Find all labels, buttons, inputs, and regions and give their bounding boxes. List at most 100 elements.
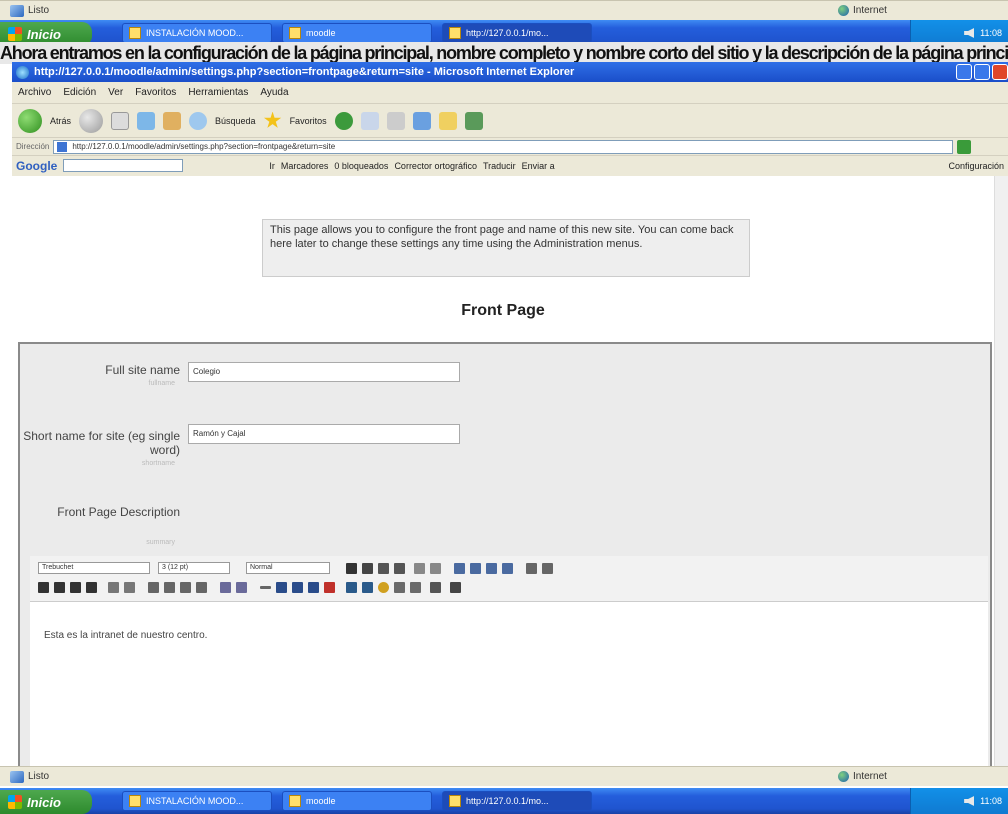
- format-select[interactable]: Normal: [246, 562, 330, 574]
- back-label[interactable]: Atrás: [50, 116, 71, 126]
- underline-icon[interactable]: [378, 563, 389, 574]
- smiley-icon[interactable]: [378, 582, 389, 593]
- start-label: Inicio: [27, 26, 61, 42]
- bold-icon[interactable]: [346, 563, 357, 574]
- google-search-input[interactable]: [63, 159, 184, 172]
- cut-icon[interactable]: [470, 563, 481, 574]
- link-icon[interactable]: [292, 582, 303, 593]
- windows-logo-icon: [8, 795, 22, 809]
- bookmarks-button[interactable]: Marcadores: [281, 161, 329, 171]
- mail-icon[interactable]: [360, 111, 379, 130]
- refresh-icon[interactable]: [137, 111, 156, 130]
- send-to-button[interactable]: Enviar a: [522, 161, 555, 171]
- favorites-label[interactable]: Favoritos: [290, 116, 327, 126]
- unordered-list-icon[interactable]: [164, 582, 175, 593]
- favorites-star-icon[interactable]: [263, 111, 282, 128]
- fullname-label: Full site name: [105, 363, 180, 377]
- taskbar-item-install[interactable]: INSTALACIÓN MOOD...: [122, 791, 272, 811]
- justify-icon[interactable]: [86, 582, 97, 593]
- ie-icon: [16, 65, 29, 79]
- fullscreen-icon[interactable]: [450, 582, 461, 593]
- size-select[interactable]: 3 (12 pt): [158, 562, 230, 574]
- page-icon: [57, 141, 68, 152]
- clean-word-icon[interactable]: [502, 563, 513, 574]
- background-color-icon[interactable]: [236, 582, 247, 593]
- paste-icon[interactable]: [486, 563, 497, 574]
- search-label[interactable]: Búsqueda: [215, 116, 256, 126]
- messenger-icon[interactable]: [464, 111, 483, 130]
- ltr-icon[interactable]: [108, 582, 119, 593]
- anchor-icon[interactable]: [276, 582, 287, 593]
- taskbar-item-install[interactable]: INSTALACIÓN MOOD...: [122, 23, 272, 43]
- table-icon[interactable]: [362, 582, 373, 593]
- strikethrough-icon[interactable]: [394, 563, 405, 574]
- home-icon[interactable]: [163, 111, 182, 130]
- ie-title-bar: http://127.0.0.1/moodle/admin/settings.p…: [12, 62, 1008, 82]
- undo-icon[interactable]: [526, 563, 537, 574]
- outdent-icon[interactable]: [180, 582, 191, 593]
- fullname-input[interactable]: Colegio: [188, 362, 460, 382]
- close-button[interactable]: [992, 64, 1008, 80]
- image-icon[interactable]: [346, 582, 357, 593]
- html-source-icon[interactable]: [430, 582, 441, 593]
- zone-label: Internet: [853, 771, 887, 782]
- subscript-icon[interactable]: [414, 563, 425, 574]
- description-editor[interactable]: Esta es la intranet de nuestro centro.: [30, 602, 988, 766]
- menu-item-favorites[interactable]: Favoritos: [135, 87, 176, 98]
- rtl-icon[interactable]: [124, 582, 135, 593]
- taskbar-item-ie[interactable]: http://127.0.0.1/mo...: [442, 791, 592, 811]
- copy-icon[interactable]: [454, 563, 465, 574]
- spellcheck-button[interactable]: Corrector ortográfico: [394, 161, 477, 171]
- minimize-button[interactable]: [956, 64, 972, 80]
- align-center-icon[interactable]: [54, 582, 65, 593]
- text-color-icon[interactable]: [220, 582, 231, 593]
- horizontal-rule-icon[interactable]: [260, 586, 271, 589]
- back-arrow-icon[interactable]: [18, 108, 42, 133]
- edit-icon[interactable]: [412, 111, 431, 130]
- speaker-icon[interactable]: [964, 28, 975, 38]
- taskbar-item-ie[interactable]: http://127.0.0.1/mo...: [442, 23, 592, 43]
- print-icon[interactable]: [386, 111, 405, 130]
- special-char-icon[interactable]: [394, 582, 405, 593]
- italic-icon[interactable]: [362, 563, 373, 574]
- description-label: Front Page Description: [57, 505, 180, 519]
- vertical-scrollbar[interactable]: [994, 176, 1008, 766]
- align-left-icon[interactable]: [38, 582, 49, 593]
- menu-item-tools[interactable]: Herramientas: [188, 87, 248, 98]
- maximize-button[interactable]: [974, 64, 990, 80]
- superscript-icon[interactable]: [430, 563, 441, 574]
- taskbar-item-moodle[interactable]: moodle: [282, 791, 432, 811]
- ordered-list-icon[interactable]: [148, 582, 159, 593]
- task-label: http://127.0.0.1/mo...: [466, 796, 549, 806]
- start-button[interactable]: Inicio: [0, 790, 92, 814]
- ie-icon: [449, 27, 461, 39]
- menu-item-file[interactable]: Archivo: [18, 87, 51, 98]
- menu-item-edit[interactable]: Edición: [63, 87, 96, 98]
- popups-blocked-button[interactable]: 0 bloqueados: [334, 161, 388, 171]
- unlink-icon[interactable]: [308, 582, 319, 593]
- menu-item-view[interactable]: Ver: [108, 87, 123, 98]
- folder-icon[interactable]: [438, 111, 457, 130]
- search-replace-icon[interactable]: [410, 582, 421, 593]
- redo-icon[interactable]: [542, 563, 553, 574]
- menu-item-help[interactable]: Ayuda: [260, 87, 288, 98]
- nolink-icon[interactable]: [324, 582, 335, 593]
- history-icon[interactable]: [334, 111, 353, 130]
- font-select[interactable]: Trebuchet: [38, 562, 150, 574]
- shortname-input[interactable]: Ramón y Cajal: [188, 424, 460, 444]
- forward-arrow-icon[interactable]: [79, 108, 104, 133]
- settings-button[interactable]: Configuración: [948, 161, 1004, 171]
- caption-banner: Ahora entramos en la configuración de la…: [0, 42, 1008, 64]
- ie-chrome: Archivo Edición Ver Favoritos Herramient…: [12, 82, 1008, 176]
- indent-icon[interactable]: [196, 582, 207, 593]
- align-right-icon[interactable]: [70, 582, 81, 593]
- search-icon[interactable]: [189, 111, 208, 130]
- clock: 11:08: [980, 28, 1002, 38]
- translate-button[interactable]: Traducir: [483, 161, 516, 171]
- stop-icon[interactable]: [111, 111, 130, 130]
- address-input[interactable]: http://127.0.0.1/moodle/admin/settings.p…: [53, 139, 954, 154]
- google-go-button[interactable]: Ir: [269, 161, 275, 171]
- go-button[interactable]: [957, 139, 972, 154]
- speaker-icon[interactable]: [964, 796, 975, 806]
- taskbar-item-moodle[interactable]: moodle: [282, 23, 432, 43]
